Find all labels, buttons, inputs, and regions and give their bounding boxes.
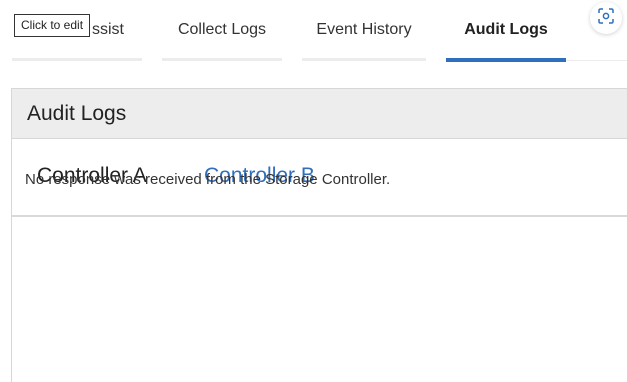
tab-underline <box>302 58 426 61</box>
tab-collect-logs[interactable]: Collect Logs <box>162 0 282 64</box>
edit-tooltip: Click to edit <box>14 14 91 37</box>
tab-underline <box>12 58 142 61</box>
tab-audit-logs-label: Audit Logs <box>464 21 548 38</box>
tabs-divider <box>566 60 627 61</box>
tab-event-history[interactable]: Event History <box>302 0 426 64</box>
status-message: No response was received from the Storag… <box>25 171 391 188</box>
tab-strip: ssist Collect Logs Event History Audit L… <box>0 0 627 64</box>
tab-active-indicator <box>446 58 566 62</box>
panel-title: Audit Logs <box>27 101 127 125</box>
tab-event-history-label: Event History <box>316 21 412 38</box>
tab-collect-logs-label: Collect Logs <box>177 21 267 38</box>
screen-capture-button[interactable] <box>590 2 622 34</box>
tab-audit-logs[interactable]: Audit Logs <box>446 0 566 64</box>
tab-underline <box>162 58 282 61</box>
panel-header: Audit Logs <box>12 89 627 139</box>
screen-capture-icon <box>598 7 614 29</box>
audit-logs-panel: Audit Logs Controller A Controller B <box>11 88 627 382</box>
audit-logs-page: ssist Collect Logs Event History Audit L… <box>0 0 627 382</box>
